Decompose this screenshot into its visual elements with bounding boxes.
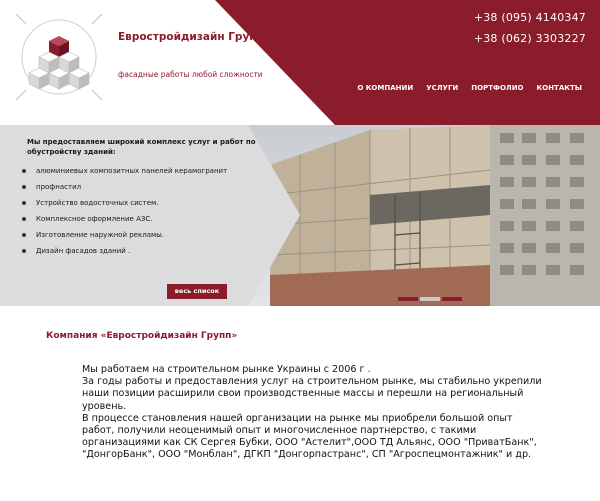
- hero-intro-text: Мы предоставляем широкий комплекс услуг …: [27, 138, 256, 156]
- full-list-button[interactable]: весь список: [167, 284, 227, 299]
- main-nav: О КОМПАНИИ УСЛУГИ ПОРТФОЛИО КОНТАКТЫ: [357, 82, 582, 94]
- about-paragraph: В процессе становления нашей организации…: [82, 412, 537, 461]
- service-label: Комплексное оформление АЗС.: [36, 215, 153, 223]
- service-label: Изготовление наружной рекламы.: [36, 231, 165, 239]
- bullet-icon: [22, 233, 26, 237]
- nav-item-portfolio[interactable]: ПОРТФОЛИО: [471, 82, 523, 94]
- slider-dot-3[interactable]: [442, 297, 462, 301]
- services-list: алюминиевых композитных панелей керамогр…: [22, 167, 272, 263]
- service-label: Устройство водосточных систем.: [36, 199, 159, 207]
- service-label: профнастил: [36, 183, 82, 191]
- list-item: Дизайн фасадов зданий .: [22, 247, 272, 256]
- nav-item-services[interactable]: УСЛУГИ: [426, 82, 458, 94]
- nav-item-about[interactable]: О КОМПАНИИ: [357, 82, 413, 94]
- phone-number-2[interactable]: +38 (062) 3303227: [474, 32, 586, 46]
- bullet-icon: [22, 217, 26, 221]
- phone-number-1[interactable]: +38 (095) 4140347: [474, 11, 586, 25]
- list-item: Изготовление наружной рекламы.: [22, 231, 272, 240]
- company-tagline: фасадные работы любой сложности: [118, 70, 263, 79]
- logo-cubes-icon: [15, 13, 103, 101]
- slider-pagination: [398, 297, 462, 301]
- slider-dot-1[interactable]: [398, 297, 418, 301]
- about-text: Мы работаем на строительном рынке Украин…: [82, 364, 542, 462]
- list-item: Комплексное оформление АЗС.: [22, 215, 272, 224]
- service-label: алюминиевых композитных панелей керамогр…: [36, 167, 228, 175]
- site-header: Евростройдизайн Групп фасадные работы лю…: [0, 0, 600, 125]
- list-item: алюминиевых композитных панелей керамогр…: [22, 167, 272, 176]
- bullet-icon: [22, 169, 26, 173]
- about-paragraph: Мы работаем на строительном рынке Украин…: [82, 364, 371, 375]
- about-paragraph: За годы работы и предоставления услуг на…: [82, 376, 542, 412]
- section-title: Компания «Евростройдизайн Групп»: [46, 331, 238, 341]
- main-content: Компания «Евростройдизайн Групп» Мы рабо…: [0, 306, 600, 501]
- hero-slider: Мы предоставляем широкий комплекс услуг …: [0, 125, 600, 306]
- slider-dot-2[interactable]: [420, 297, 440, 301]
- company-name[interactable]: Евростройдизайн Групп: [118, 31, 288, 44]
- service-label: Дизайн фасадов зданий .: [36, 247, 131, 255]
- list-item: профнастил: [22, 183, 272, 192]
- nav-item-contacts[interactable]: КОНТАКТЫ: [537, 82, 582, 94]
- bullet-icon: [22, 201, 26, 205]
- bullet-icon: [22, 185, 26, 189]
- bullet-icon: [22, 249, 26, 253]
- list-item: Устройство водосточных систем.: [22, 199, 272, 208]
